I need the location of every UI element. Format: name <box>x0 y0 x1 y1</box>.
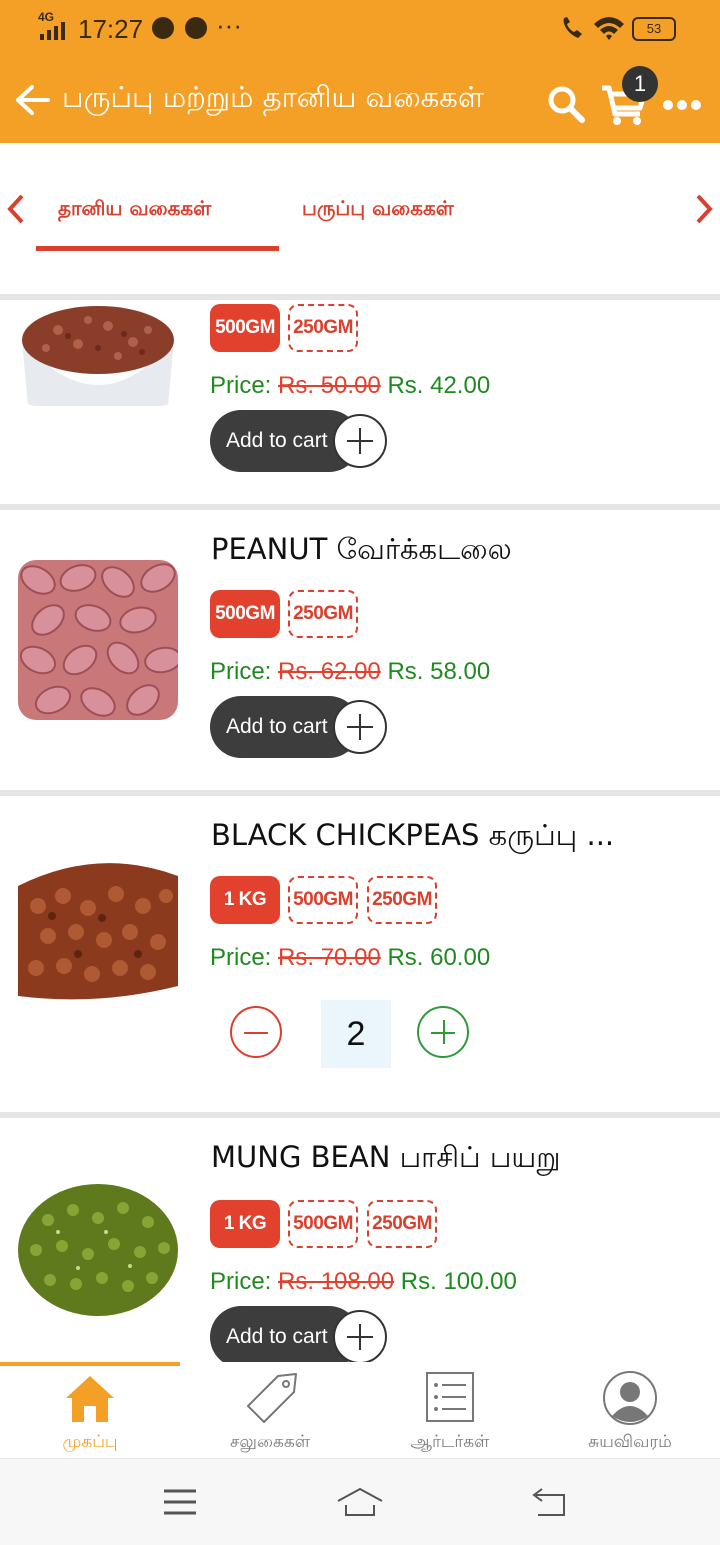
tab-indicator <box>36 246 279 251</box>
signal-icon <box>40 22 72 40</box>
quantity-value: 2 <box>321 1000 391 1068</box>
search-icon[interactable] <box>546 84 586 124</box>
product-card: 500GM 250GM Price: Rs. 50.00 Rs. 42.00 A… <box>0 300 720 504</box>
plus-icon[interactable] <box>333 1310 387 1362</box>
price-label: Price: <box>210 372 272 399</box>
old-price: Rs. 70.00 <box>278 944 381 971</box>
product-card: BLACK CHICKPEAS கருப்பு ... 1 KG 500GM 2… <box>0 796 720 1112</box>
variant-chip[interactable]: 500GM <box>288 876 358 924</box>
variant-chip[interactable]: 250GM <box>288 590 358 638</box>
cart-count-badge: 1 <box>622 66 658 102</box>
chevron-right-icon[interactable] <box>694 194 714 224</box>
tag-icon <box>247 1373 297 1423</box>
old-price: Rs. 50.00 <box>278 372 381 399</box>
variant-chip[interactable]: 250GM <box>288 304 358 352</box>
current-price: Rs. 100.00 <box>400 1268 517 1295</box>
price-label: Price: <box>210 944 272 971</box>
menu-icon[interactable] <box>162 1487 198 1517</box>
old-price: Rs. 108.00 <box>278 1268 395 1295</box>
price: Price: Rs. 108.00 Rs. 100.00 <box>210 1268 517 1296</box>
product-image <box>18 1180 178 1320</box>
product-card: PEANUT வேர்க்கடலை 500GM 250GM Price: Rs.… <box>0 510 720 790</box>
product-image <box>18 300 178 406</box>
variant-chip[interactable]: 500GM <box>210 590 280 638</box>
speedometer-icon-2 <box>185 17 207 39</box>
current-price: Rs. 60.00 <box>387 944 491 971</box>
page-title: பருப்பு மற்றும் தானிய வகைகள் <box>62 80 484 114</box>
overflow-menu-icon[interactable] <box>662 98 702 112</box>
speedometer-icon <box>152 17 174 39</box>
nav-label: ஆர்டர்கள் <box>410 1432 490 1452</box>
system-navigation-bar <box>0 1458 720 1545</box>
product-name[interactable]: BLACK CHICKPEAS கருப்பு ... <box>211 818 614 856</box>
variant-chip[interactable]: 1 KG <box>210 876 280 924</box>
price: Price: Rs. 50.00 Rs. 42.00 <box>210 372 490 400</box>
back-arrow-icon[interactable] <box>14 84 50 116</box>
back-system-icon[interactable] <box>530 1485 570 1519</box>
nav-orders[interactable]: ஆர்டர்கள் <box>360 1362 540 1458</box>
product-name[interactable]: MUNG BEAN பாசிப் பயறு <box>211 1140 561 1178</box>
tab-grains[interactable]: தானிய வகைகள் <box>58 196 211 223</box>
tab-pulses[interactable]: பருப்பு வகைகள் <box>302 196 454 223</box>
nav-profile[interactable]: சுயவிவரம் <box>540 1362 720 1458</box>
clock: 17:27 <box>78 14 144 44</box>
price-label: Price: <box>210 658 272 685</box>
variant-chip[interactable]: 500GM <box>288 1200 358 1248</box>
user-icon <box>603 1371 657 1425</box>
battery-indicator: 53 <box>632 17 676 41</box>
variant-chip[interactable]: 250GM <box>367 1200 437 1248</box>
current-price: Rs. 42.00 <box>387 372 491 399</box>
wifi-icon <box>594 17 624 40</box>
nav-label: முகப்பு <box>62 1432 118 1452</box>
home-system-icon[interactable] <box>336 1485 384 1519</box>
chevron-left-icon[interactable] <box>6 194 26 224</box>
status-bar: 4G 17:27 ··· 53 <box>0 0 720 56</box>
price-label: Price: <box>210 1268 272 1295</box>
increase-quantity-button[interactable] <box>417 1006 469 1058</box>
old-price: Rs. 62.00 <box>278 658 381 685</box>
nav-label: சுயவிவரம் <box>588 1432 672 1452</box>
current-price: Rs. 58.00 <box>387 658 491 685</box>
product-image <box>18 846 178 1006</box>
price: Price: Rs. 62.00 Rs. 58.00 <box>210 658 490 686</box>
product-card: MUNG BEAN பாசிப் பயறு 1 KG 500GM 250GM P… <box>0 1118 720 1362</box>
category-tabs: தானிய வகைகள் பருப்பு வகைகள் <box>0 146 720 296</box>
more-notifications: ··· <box>216 10 242 40</box>
decrease-quantity-button[interactable] <box>230 1006 282 1058</box>
variant-chip[interactable]: 500GM <box>210 304 280 352</box>
nav-label: சலுகைகள் <box>229 1432 311 1452</box>
product-image <box>18 560 178 720</box>
plus-icon[interactable] <box>333 700 387 754</box>
bottom-navigation: முகப்பு சலுகைகள் ஆர்டர்கள் சுயவிவரம் <box>0 1362 720 1458</box>
price: Price: Rs. 70.00 Rs. 60.00 <box>210 944 490 972</box>
nav-home[interactable]: முகப்பு <box>0 1362 180 1458</box>
list-icon <box>426 1372 474 1422</box>
plus-icon[interactable] <box>333 414 387 468</box>
home-icon <box>66 1376 114 1422</box>
variant-chip[interactable]: 250GM <box>367 876 437 924</box>
nav-offers[interactable]: சலுகைகள் <box>180 1362 360 1458</box>
wifi-call-icon <box>563 17 582 38</box>
variant-chip[interactable]: 1 KG <box>210 1200 280 1248</box>
product-name[interactable]: PEANUT வேர்க்கடலை <box>211 532 512 570</box>
